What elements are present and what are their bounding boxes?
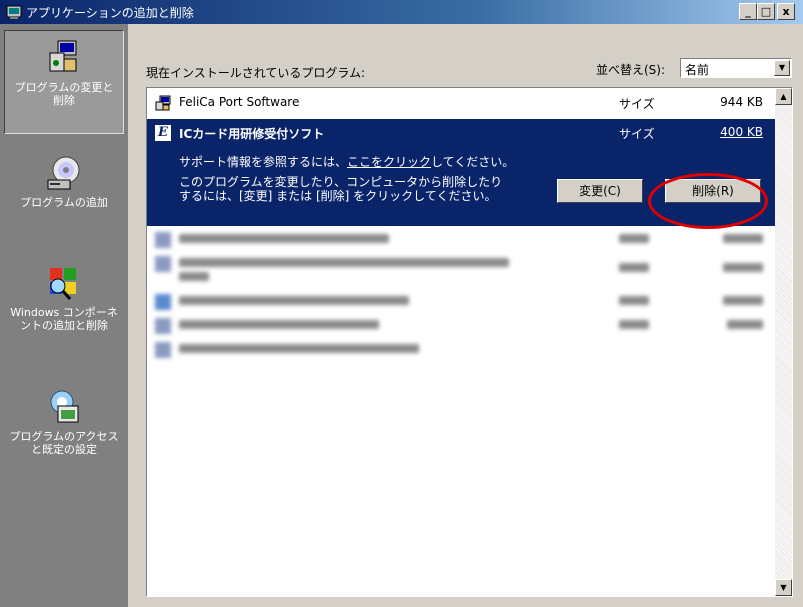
sidebar-item-label: Windows コンポーネントの追加と削除	[10, 306, 118, 332]
change-remove-instructions: このプログラムを変更したり、コンピュータから削除したり するには、[変更] また…	[179, 175, 503, 203]
e-app-icon: E	[155, 125, 171, 141]
support-link[interactable]: ここをクリック	[347, 155, 431, 169]
remove-button[interactable]: 削除(R)	[665, 179, 761, 203]
sort-by-label: 並べ替え(S):	[596, 63, 666, 77]
chevron-down-icon[interactable]: ▼	[774, 60, 790, 76]
size-label: サイズ	[619, 97, 655, 111]
sidebar: プログラムの変更と削除 プログラムの追加 Windows コンポーネントの追加と…	[0, 24, 128, 607]
program-name: ICカード用研修受付ソフト	[179, 127, 325, 141]
program-name: FeliCa Port Software	[179, 95, 300, 109]
sort-by-value: 名前	[685, 63, 710, 77]
support-info-text: サポート情報を参照するには、ここをクリックしてください。	[179, 155, 515, 169]
scroll-down-button[interactable]: ▼	[775, 579, 792, 596]
program-icon	[155, 256, 171, 272]
add-remove-programs-window: アプリケーションの追加と削除 _ □ x プログラムの変更と削除 プログラムの追…	[0, 0, 803, 607]
minimize-button[interactable]: _	[739, 3, 757, 20]
close-button[interactable]: x	[777, 3, 795, 20]
installer-icon	[155, 95, 171, 111]
vertical-scrollbar[interactable]: ▲ ▼	[775, 88, 792, 596]
sidebar-item-label: プログラムの変更と削除	[14, 81, 114, 107]
program-icon	[155, 232, 171, 248]
sidebar-item-label: プログラムのアクセスと既定の設定	[9, 430, 119, 456]
installed-programs-label: 現在インストールされているプログラム:	[146, 66, 366, 80]
program-icon	[155, 294, 171, 310]
program-list[interactable]: FeliCa Port Software サイズ 944 KB E ICカード用…	[146, 87, 793, 597]
program-icon	[155, 342, 171, 358]
list-item[interactable]	[147, 228, 777, 252]
list-item[interactable]: FeliCa Port Software サイズ 944 KB	[147, 91, 777, 115]
list-item[interactable]	[147, 338, 777, 362]
sidebar-item-change-remove[interactable]: プログラムの変更と削除	[4, 30, 124, 134]
size-value: 400 KB	[720, 125, 763, 139]
list-item[interactable]	[147, 314, 777, 338]
sidebar-item-program-access[interactable]: プログラムのアクセスと既定の設定	[0, 386, 128, 496]
program-access-defaults-icon	[50, 390, 79, 423]
selected-program-row[interactable]: E ICカード用研修受付ソフト サイズ 400 KB サポート情報を参照するには…	[147, 119, 777, 226]
sidebar-item-label: プログラムの追加	[20, 196, 108, 209]
list-item[interactable]	[147, 290, 777, 314]
add-programs-cd-icon	[47, 156, 80, 190]
maximize-button[interactable]: □	[757, 3, 775, 20]
scroll-up-button[interactable]: ▲	[775, 88, 792, 105]
size-value: 944 KB	[720, 95, 763, 109]
sort-by-select[interactable]: 名前 ▼	[680, 58, 792, 78]
size-label: サイズ	[619, 127, 655, 141]
list-item[interactable]	[147, 252, 777, 286]
windows-components-icon	[50, 268, 76, 300]
change-button[interactable]: 変更(C)	[557, 179, 643, 203]
sidebar-item-add-programs[interactable]: プログラムの追加	[0, 152, 128, 242]
title-bar[interactable]: アプリケーションの追加と削除 _ □ x	[0, 0, 803, 24]
change-remove-programs-icon	[49, 40, 77, 72]
window-title: アプリケーションの追加と削除	[26, 6, 194, 20]
sidebar-item-windows-components[interactable]: Windows コンポーネントの追加と削除	[0, 262, 128, 372]
program-icon	[155, 318, 171, 334]
add-remove-programs-icon	[6, 5, 22, 19]
